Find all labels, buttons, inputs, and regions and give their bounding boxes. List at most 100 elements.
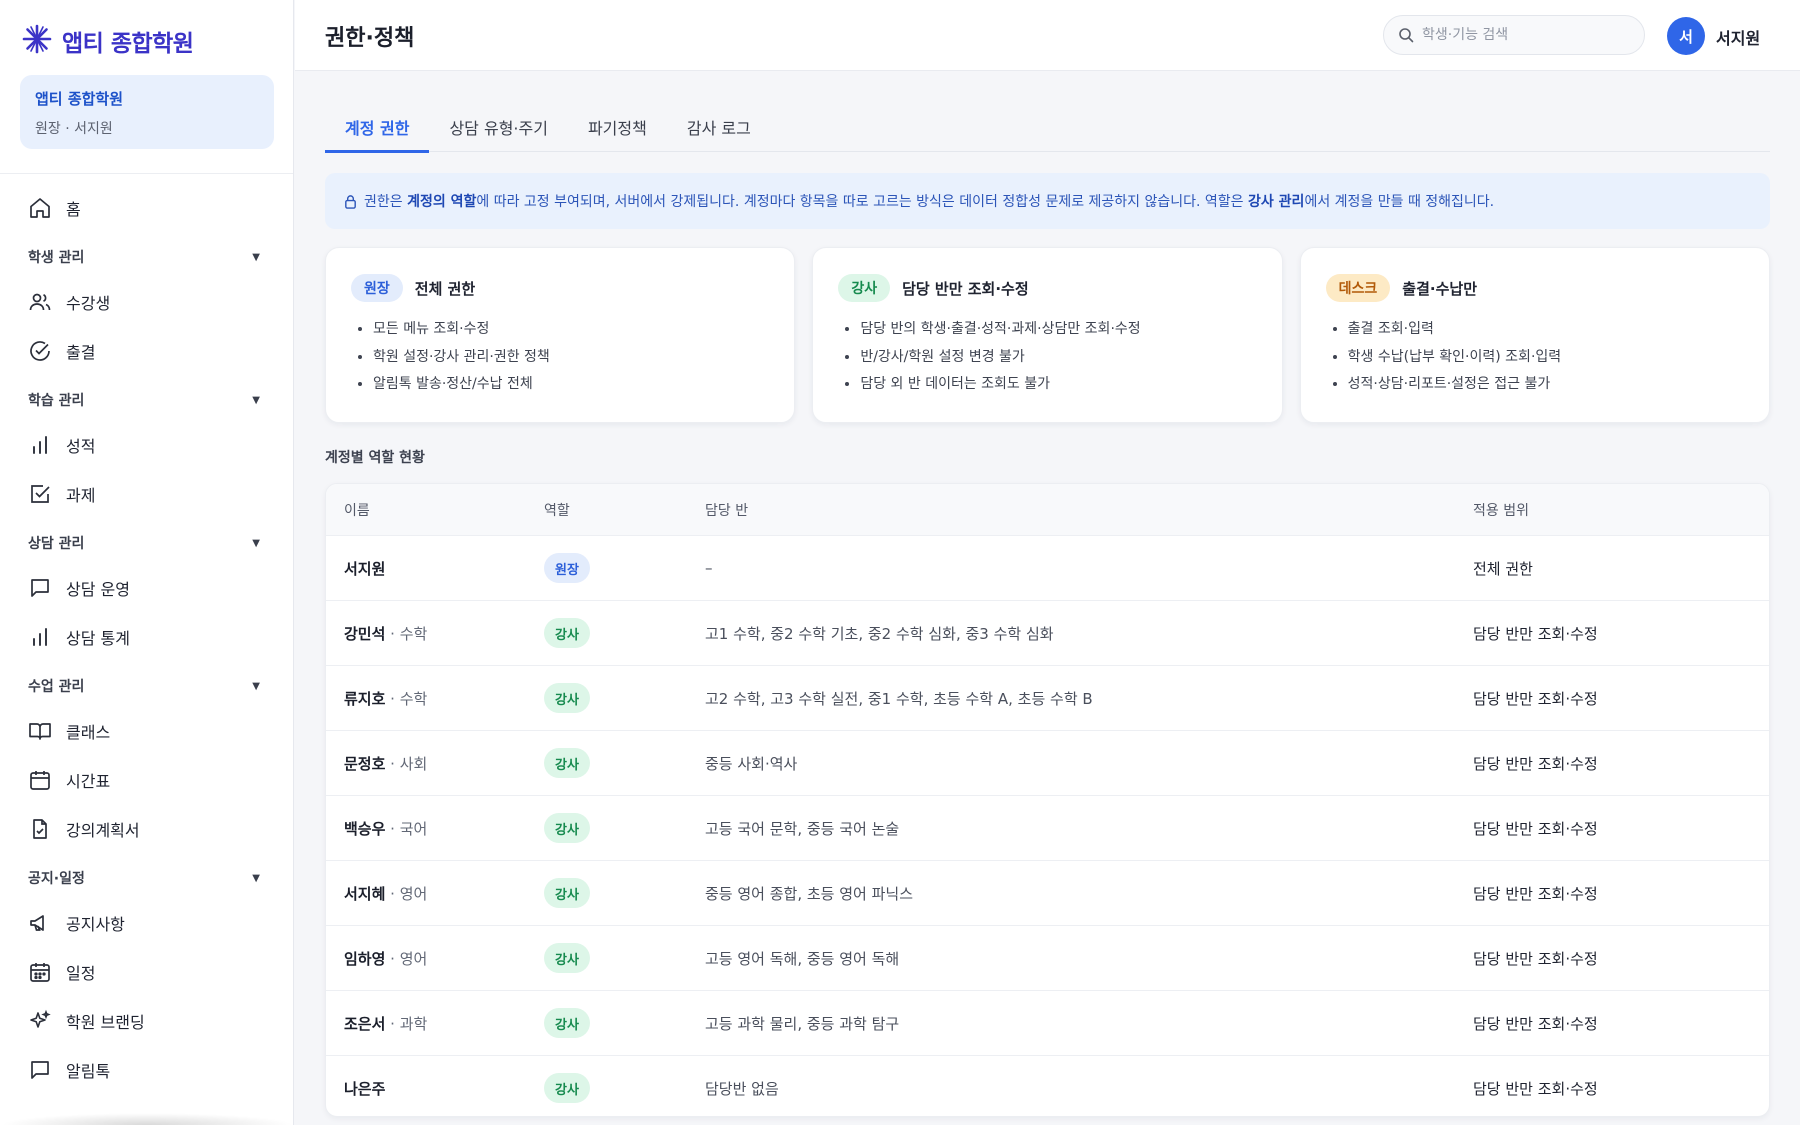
calendar-grid-icon <box>30 962 50 982</box>
sidebar-section-notice[interactable]: 공지·일정 ▼ <box>0 858 293 898</box>
account-name: 임하영 · 영어 <box>326 948 544 969</box>
table-row[interactable]: 조은서 · 과학 강사 고등 과학 물리, 중등 과학 탐구 담당 반만 조회·… <box>326 991 1769 1056</box>
person-subject: · 수학 <box>385 624 428 643</box>
assigned-classes: 고등 과학 물리, 중등 과학 탐구 <box>705 1014 900 1033</box>
access-scope: 담당 반만 조회·수정 <box>1473 754 1598 773</box>
person-name: 나은주 <box>344 1079 386 1098</box>
section-label: 학습 관리 <box>28 393 85 409</box>
table-row[interactable]: 서지원 원장 – 전체 권한 <box>326 536 1769 601</box>
notice-emphasis: 계정의 역할 <box>407 194 477 210</box>
scroll-shadow <box>0 1113 293 1125</box>
sidebar-section-counsel[interactable]: 상담 관리 ▼ <box>0 523 293 563</box>
sidebar-item-label: 시간표 <box>66 771 111 791</box>
sidebar-section-learning[interactable]: 학습 관리 ▼ <box>0 380 293 420</box>
access-scope: 전체 권한 <box>1473 559 1533 578</box>
sidebar-item-assignments[interactable]: 과제 <box>0 469 293 518</box>
account-name: 문정호 · 사회 <box>326 753 544 774</box>
role-permission-list: 담당 반의 학생·출결·성적·과제·상담만 조회·수정 반/강사/학원 설정 변… <box>838 316 1256 399</box>
role-badge: 원장 <box>544 553 590 583</box>
list-item: 반/강사/학원 설정 변경 불가 <box>860 344 1256 372</box>
person-subject: · 영어 <box>385 884 428 903</box>
account-name: 백승우 · 국어 <box>326 818 544 839</box>
role-cell: 원장 <box>544 553 705 583</box>
section-label: 공지·일정 <box>28 871 85 887</box>
file-check-icon <box>33 818 47 839</box>
search-box[interactable] <box>1383 15 1645 55</box>
role-cell: 강사 <box>544 1073 705 1103</box>
tab-counsel-types[interactable]: 상담 유형·주기 <box>429 109 568 152</box>
list-item: 학생 수납(납부 확인·이력) 조회·입력 <box>1348 344 1744 372</box>
sidebar-item-home[interactable]: 홈 <box>0 183 293 232</box>
brand-logo[interactable]: 앱티 종합학원 <box>22 22 194 60</box>
list-item: 출결 조회·입력 <box>1348 316 1744 344</box>
sidebar-item-timetable[interactable]: 시간표 <box>0 755 293 804</box>
sidebar-section-class[interactable]: 수업 관리 ▼ <box>0 666 293 706</box>
check-circle-icon <box>30 340 50 361</box>
sidebar-item-attendance[interactable]: 출결 <box>0 326 293 375</box>
user-name[interactable]: 서지원 <box>1716 25 1760 49</box>
sidebar-section-student[interactable]: 학생 관리 ▼ <box>0 237 293 277</box>
sidebar-item-classes[interactable]: 클래스 <box>0 706 293 755</box>
role-cards: 원장 전체 권한 모든 메뉴 조회·수정 학원 설정·강사 관리·권한 정책 알… <box>325 247 1770 423</box>
role-badge: 강사 <box>544 813 590 843</box>
table-row[interactable]: 백승우 · 국어 강사 고등 국어 문학, 중등 국어 논술 담당 반만 조회·… <box>326 796 1769 861</box>
list-item: 담당 외 반 데이터는 조회도 불가 <box>860 371 1256 399</box>
caret-down-icon: ▼ <box>252 251 260 263</box>
sidebar-item-counsel-stats[interactable]: 상담 통계 <box>0 612 293 661</box>
sidebar-item-syllabus[interactable]: 강의계획서 <box>0 804 293 853</box>
sidebar-item-grades[interactable]: 성적 <box>0 420 293 469</box>
search-icon <box>1399 28 1414 43</box>
table-row[interactable]: 강민석 · 수학 강사 고1 수학, 중2 수학 기초, 중2 수학 심화, 중… <box>326 601 1769 666</box>
section-title: 계정별 역할 현황 <box>325 450 425 466</box>
sparkle-icon <box>30 1009 51 1028</box>
column-header-scope: 적용 범위 <box>1473 502 1529 519</box>
role-card-owner: 원장 전체 권한 모든 메뉴 조회·수정 학원 설정·강사 관리·권한 정책 알… <box>325 247 796 423</box>
sidebar-item-label: 일정 <box>66 963 96 983</box>
role-card-teacher: 강사 담당 반만 조회·수정 담당 반의 학생·출결·성적·과제·상담만 조회·… <box>812 247 1283 423</box>
avatar[interactable]: 서 <box>1667 17 1705 55</box>
caret-down-icon: ▼ <box>252 537 260 549</box>
tab-disposal-policy[interactable]: 파기정책 <box>568 109 667 152</box>
open-book-icon <box>29 722 51 740</box>
calendar-icon <box>30 770 50 790</box>
academy-role-user: 원장 · 서지원 <box>35 121 113 137</box>
access-scope: 담당 반만 조회·수정 <box>1473 884 1598 903</box>
academy-switcher[interactable]: 앱티 종합학원 원장 · 서지원 <box>20 75 274 149</box>
person-subject: · 영어 <box>385 949 428 968</box>
account-name: 강민석 · 수학 <box>326 623 544 644</box>
sidebar-item-label: 상담 통계 <box>66 628 130 648</box>
notice-part: 에서 계정을 만들 때 정해집니다. <box>1304 194 1495 210</box>
table-row[interactable]: 서지혜 · 영어 강사 중등 영어 종합, 초등 영어 파닉스 담당 반만 조회… <box>326 861 1769 926</box>
asterisk-logo-icon <box>22 24 52 58</box>
table-row[interactable]: 나은주 강사 담당반 없음 담당 반만 조회·수정 <box>326 1056 1769 1116</box>
tab-account-permissions[interactable]: 계정 권한 <box>325 109 430 153</box>
sidebar-item-notices[interactable]: 공지사항 <box>0 898 293 947</box>
top-header: 권한·정책 서 서지원 <box>295 0 1800 71</box>
tab-audit-log[interactable]: 감사 로그 <box>667 109 771 152</box>
sidebar-divider <box>0 173 293 174</box>
table-row[interactable]: 임하영 · 영어 강사 고등 영어 독해, 중등 영어 독해 담당 반만 조회·… <box>326 926 1769 991</box>
role-title: 담당 반만 조회·수정 <box>902 279 1029 298</box>
search-input[interactable] <box>1422 27 1622 43</box>
person-subject: · 과학 <box>385 1014 428 1033</box>
academy-name: 앱티 종합학원 <box>35 90 124 108</box>
sidebar-item-alimtalk[interactable]: 알림톡 <box>0 1045 293 1094</box>
list-item: 모든 메뉴 조회·수정 <box>373 316 769 344</box>
sidebar-item-branding[interactable]: 학원 브랜딩 <box>0 996 293 1045</box>
sidebar-item-label: 클래스 <box>66 722 111 742</box>
role-cell: 강사 <box>544 813 705 843</box>
sidebar-item-students[interactable]: 수강생 <box>0 277 293 326</box>
column-header-name: 이름 <box>344 502 370 519</box>
checkbox-icon <box>31 484 50 503</box>
sidebar-item-schedule[interactable]: 일정 <box>0 947 293 996</box>
table-row[interactable]: 류지호 · 수학 강사 고2 수학, 고3 수학 실전, 중1 수학, 초등 수… <box>326 666 1769 731</box>
notice-text: 권한은 계정의 역할에 따라 고정 부여되며, 서버에서 강제됩니다. 계정마다… <box>364 191 1494 211</box>
list-item: 알림톡 발송·정산/수납 전체 <box>373 371 769 399</box>
sidebar-item-counsel-ops[interactable]: 상담 운영 <box>0 563 293 612</box>
role-badge: 강사 <box>544 878 590 908</box>
table-row[interactable]: 문정호 · 사회 강사 중등 사회·역사 담당 반만 조회·수정 <box>326 731 1769 796</box>
sidebar-item-label: 학원 브랜딩 <box>66 1012 145 1032</box>
role-cell: 강사 <box>544 618 705 648</box>
notice-part: 에 따라 고정 부여되며, 서버에서 강제됩니다. 계정마다 항목을 따로 고르… <box>476 194 1249 210</box>
role-badge: 강사 <box>544 1008 590 1038</box>
